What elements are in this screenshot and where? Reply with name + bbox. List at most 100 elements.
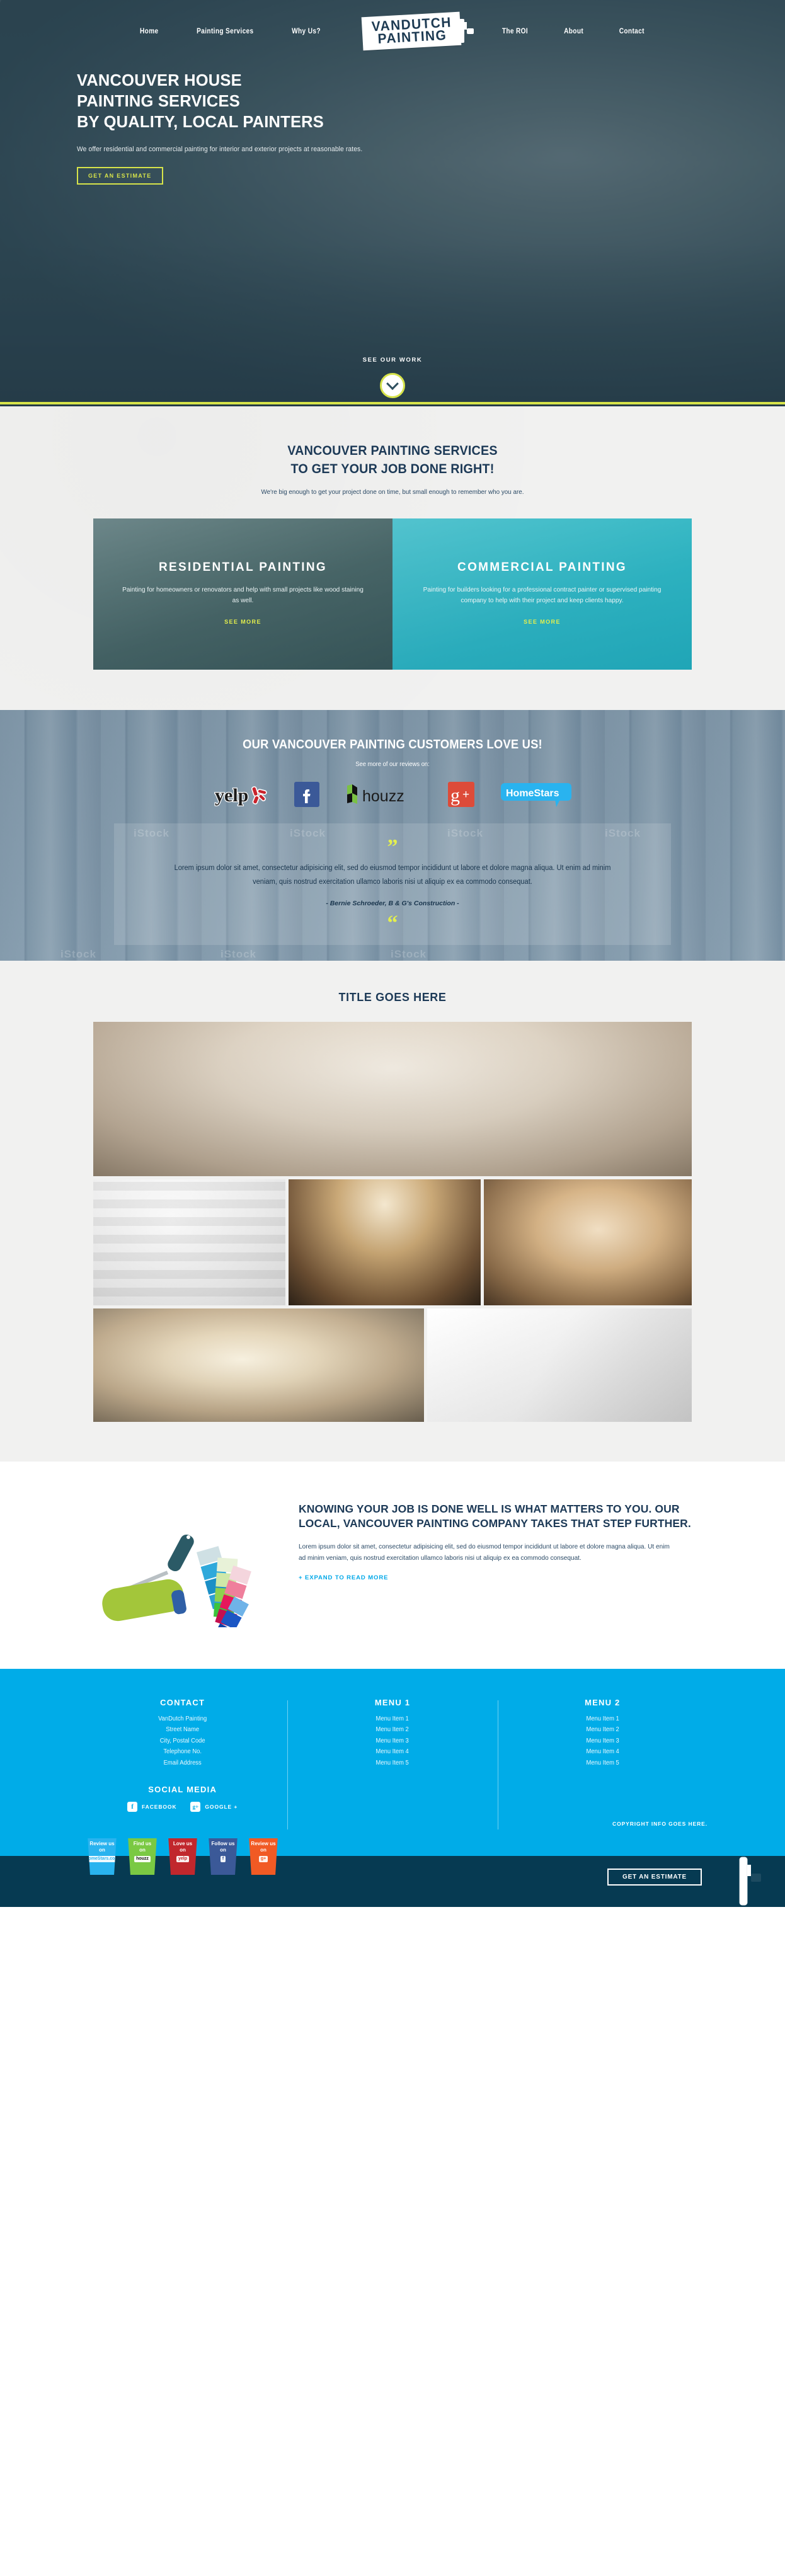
gallery-dining-room[interactable]	[484, 1179, 692, 1305]
site-logo[interactable]: VANDUTCH PAINTING	[347, 11, 476, 52]
footer-menu1-list[interactable]: Menu Item 1 Menu Item 2 Menu Item 3 Menu…	[287, 1714, 497, 1769]
reviews-title: OUR VANCOUVER PAINTING CUSTOMERS LOVE US…	[243, 737, 542, 752]
footer-menu2-item[interactable]: Menu Item 1	[504, 1714, 701, 1725]
yelp-logo[interactable]: yelp	[214, 782, 268, 807]
bucket-houzz-line1: Find us	[133, 1840, 152, 1846]
gallery-kitchen[interactable]	[289, 1179, 481, 1305]
homestars-logo[interactable]: HomeStars	[501, 782, 571, 807]
paint-roller-icon	[459, 19, 474, 43]
bucket-google-plus[interactable]: Review us on g+	[248, 1838, 279, 1875]
gallery-title: TITLE GOES HERE	[338, 990, 447, 1004]
footer-menu2-item[interactable]: Menu Item 5	[504, 1758, 701, 1769]
houzz-logo[interactable]: houzz	[346, 782, 421, 807]
nav-left-group: Home Painting Services Why Us?	[122, 28, 339, 35]
bucket-facebook[interactable]: Follow us on f	[207, 1838, 239, 1875]
main-navigation[interactable]: Home Painting Services Why Us? VANDUTCH …	[0, 0, 785, 63]
svg-text:g: g	[450, 785, 460, 806]
nav-item-painting-services[interactable]: Painting Services	[182, 28, 268, 35]
footer-facebook-link[interactable]: f FACEBOOK	[127, 1802, 176, 1812]
see-our-work-label: SEE OUR WORK	[362, 357, 423, 364]
gallery-spiral-staircase[interactable]	[93, 1308, 424, 1422]
bucket-homestars[interactable]: Review us on HomeStars.com	[86, 1838, 118, 1875]
footer-contact-line: Email Address	[163, 1759, 202, 1766]
bottom-get-an-estimate-button[interactable]: GET AN ESTIMATE	[607, 1869, 702, 1886]
paint-roller-and-swatches	[93, 1498, 276, 1644]
reviews-content: OUR VANCOUVER PAINTING CUSTOMERS LOVE US…	[0, 710, 785, 945]
footer-menu2-item[interactable]: Menu Item 3	[504, 1736, 701, 1747]
gallery-crown-molding[interactable]	[427, 1308, 692, 1422]
bucket-google-plus-tag: g+	[258, 1855, 268, 1863]
paint-bucket-icons: Review us on HomeStars.com Find us on ho…	[84, 1838, 281, 1875]
footer-menu2-item[interactable]: Menu Item 4	[504, 1746, 701, 1758]
hero-subtext: We offer residential and commercial pain…	[77, 146, 363, 154]
services-subtitle: We're big enough to get your project don…	[261, 488, 524, 496]
nav-item-home[interactable]: Home	[125, 28, 173, 35]
commercial-card-text: Painting for builders looking for a prof…	[423, 585, 662, 605]
footer-menu1-item[interactable]: Menu Item 5	[294, 1758, 491, 1769]
bucket-yelp-line2: on	[180, 1846, 186, 1853]
copyright-text: COPYRIGHT INFO GOES HERE.	[612, 1821, 708, 1828]
site-footer: CONTACT VanDutch Painting Street Name Ci…	[0, 1668, 785, 1839]
commercial-see-more-link[interactable]: SEE MORE	[524, 619, 561, 625]
footer-columns: CONTACT VanDutch Painting Street Name Ci…	[77, 1697, 708, 1829]
nav-item-about[interactable]: About	[549, 28, 598, 35]
get-an-estimate-button[interactable]: GET AN ESTIMATE	[77, 167, 163, 185]
commercial-card-content: COMMERCIAL PAINTING Painting for builder…	[392, 561, 692, 627]
bucket-houzz-line2: on	[139, 1846, 146, 1853]
nav-right-group: The ROI About Contact	[484, 28, 663, 35]
footer-contact-list: VanDutch Painting Street Name City, Post…	[77, 1714, 287, 1769]
footer-social-links: f FACEBOOK g+ GOOGLE +	[77, 1802, 287, 1812]
footer-contact-line: Street Name	[166, 1726, 200, 1734]
logo-line-2: PAINTING	[377, 27, 448, 47]
roi-content: KNOWING YOUR JOB IS DONE WELL IS WHAT MA…	[93, 1498, 692, 1644]
page-root: Home Painting Services Why Us? VANDUTCH …	[0, 0, 785, 1908]
service-card-commercial[interactable]: COMMERCIAL PAINTING Painting for builder…	[392, 518, 692, 670]
hero-bottom-accent-rule	[0, 402, 785, 404]
bucket-google-plus-line2: on	[260, 1846, 266, 1853]
residential-card-content: RESIDENTIAL PAINTING Painting for homeow…	[93, 561, 392, 627]
roi-paragraph: Lorem ipsum dolor sit amet, consectetur …	[299, 1542, 670, 1562]
bucket-yelp-tag: yelp	[176, 1855, 189, 1863]
nav-item-the-roi[interactable]: The ROI	[488, 28, 542, 35]
footer-contact-heading: CONTACT	[160, 1697, 205, 1707]
footer-menu1-item[interactable]: Menu Item 2	[294, 1724, 491, 1736]
service-cards: RESIDENTIAL PAINTING Painting for homeow…	[93, 518, 692, 670]
google-plus-icon: g+	[190, 1802, 201, 1812]
bucket-yelp[interactable]: Love us on yelp	[167, 1838, 198, 1875]
service-card-residential[interactable]: RESIDENTIAL PAINTING Painting for homeow…	[93, 518, 392, 670]
footer-google-plus-link[interactable]: g+ GOOGLE +	[190, 1802, 238, 1812]
nav-item-why-us[interactable]: Why Us?	[278, 28, 336, 35]
reviews-section: iStock iStock iStock iStock iStock iStoc…	[0, 709, 785, 961]
bucket-houzz[interactable]: Find us on houzz	[127, 1838, 158, 1875]
roi-section: KNOWING YOUR JOB IS DONE WELL IS WHAT MA…	[0, 1461, 785, 1669]
residential-see-more-link[interactable]: SEE MORE	[224, 619, 261, 625]
hero-section: Home Painting Services Why Us? VANDUTCH …	[0, 0, 785, 406]
residential-card-title: RESIDENTIAL PAINTING	[159, 560, 327, 574]
bucket-google-plus-line1: Review us	[251, 1840, 276, 1846]
footer-menu2-list[interactable]: Menu Item 1 Menu Item 2 Menu Item 3 Menu…	[498, 1714, 708, 1769]
gallery-row	[93, 1179, 692, 1305]
review-site-logos: yelp houzz g + HomeStars	[0, 781, 785, 807]
facebook-icon: f	[127, 1802, 138, 1812]
footer-menu1-item[interactable]: Menu Item 4	[294, 1746, 491, 1758]
footer-contact-line: VanDutch Painting	[158, 1715, 207, 1722]
google-plus-logo[interactable]: g +	[448, 781, 474, 807]
expand-to-read-more-link[interactable]: + EXPAND TO READ MORE	[299, 1574, 388, 1581]
logo-plate: VANDUTCH PAINTING	[361, 11, 462, 52]
gallery-ceiling-detail[interactable]	[93, 1179, 285, 1305]
gallery-living-room[interactable]	[93, 1021, 692, 1176]
scroll-down-button[interactable]	[380, 373, 405, 398]
footer-menu1-item[interactable]: Menu Item 3	[294, 1736, 491, 1747]
hero-headline-line-2: PAINTING SERVICES	[77, 93, 240, 111]
nav-item-contact[interactable]: Contact	[605, 28, 659, 35]
hero-headline-line-3: BY QUALITY, LOCAL PAINTERS	[77, 113, 324, 132]
footer-menu1-item[interactable]: Menu Item 1	[294, 1714, 491, 1725]
footer-menu1-column: MENU 1 Menu Item 1 Menu Item 2 Menu Item…	[287, 1698, 497, 1829]
services-section: VANCOUVER PAINTING SERVICES TO GET YOUR …	[0, 406, 785, 710]
footer-menu2-item[interactable]: Menu Item 2	[504, 1724, 701, 1736]
services-title-line-1: VANCOUVER PAINTING SERVICES	[287, 443, 498, 458]
bucket-yelp-line1: Love us	[173, 1840, 193, 1846]
chevron-down-icon	[386, 377, 399, 391]
services-title: VANCOUVER PAINTING SERVICES TO GET YOUR …	[32, 442, 753, 478]
facebook-logo[interactable]	[294, 781, 319, 807]
